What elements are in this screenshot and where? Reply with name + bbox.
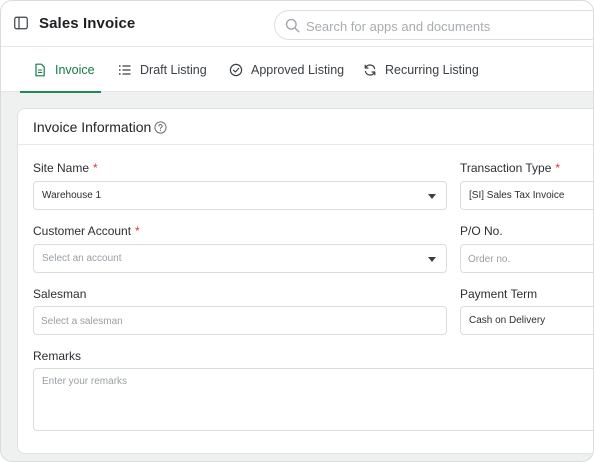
global-search[interactable] <box>274 10 593 40</box>
chevron-down-icon <box>428 257 436 262</box>
customer-account-placeholder: Select an account <box>42 253 122 264</box>
remarks-label: Remarks <box>33 349 82 363</box>
search-icon <box>285 18 300 33</box>
help-icon[interactable] <box>154 121 167 134</box>
section-title: Invoice Information <box>33 119 152 135</box>
transaction-type-select[interactable]: [SI] Sales Tax Invoice <box>460 181 593 210</box>
card-header: Invoice Information <box>18 109 593 145</box>
tab-invoice[interactable]: Invoice <box>20 47 101 93</box>
po-no-input[interactable] <box>468 251 593 267</box>
refresh-icon <box>364 63 376 76</box>
document-icon <box>35 63 45 76</box>
tab-recurring-listing[interactable]: Recurring Listing <box>363 47 479 92</box>
po-no-label: P/O No. <box>460 224 503 238</box>
tab-invoice-label: Invoice <box>55 62 95 77</box>
payment-term-select[interactable]: Cash on Delivery <box>460 306 593 335</box>
remarks-textarea[interactable] <box>33 368 593 431</box>
payment-term-label: Payment Term <box>460 287 538 301</box>
salesman-input[interactable] <box>41 313 439 329</box>
tab-bar: Invoice Draft Listing Approved Listing R… <box>1 47 593 93</box>
transaction-type-value: [SI] Sales Tax Invoice <box>469 190 565 201</box>
tab-approved-listing-label: Approved Listing <box>251 62 345 77</box>
customer-account-label-text: Customer Account <box>33 224 132 238</box>
site-name-select[interactable]: Warehouse 1 <box>33 181 447 210</box>
tab-draft-listing[interactable]: Draft Listing <box>118 47 207 92</box>
check-circle-icon <box>229 63 243 76</box>
customer-account-select[interactable]: Select an account <box>33 244 447 273</box>
invoice-information-card: Invoice Information Site Name * Warehouse… <box>17 108 593 454</box>
sidebar-toggle-icon[interactable] <box>14 16 28 30</box>
chevron-down-icon <box>428 194 436 199</box>
top-header: Sales Invoice <box>1 1 593 47</box>
page-title: Sales Invoice <box>39 15 136 32</box>
payment-term-value: Cash on Delivery <box>469 315 546 326</box>
transaction-type-label-text: Transaction Type <box>460 161 552 175</box>
required-marker: * <box>135 224 140 238</box>
transaction-type-label: Transaction Type * <box>460 161 560 175</box>
site-name-label: Site Name * <box>33 161 98 175</box>
required-marker: * <box>93 161 98 175</box>
tab-approved-listing[interactable]: Approved Listing <box>229 47 344 92</box>
salesman-field[interactable] <box>33 306 447 335</box>
tab-draft-listing-label: Draft Listing <box>140 62 207 77</box>
salesman-label: Salesman <box>33 287 87 301</box>
site-name-value: Warehouse 1 <box>42 190 102 201</box>
app-window: Sales Invoice Invoice <box>0 0 594 462</box>
tab-recurring-listing-label: Recurring Listing <box>385 62 479 77</box>
customer-account-label: Customer Account * <box>33 224 140 238</box>
list-icon <box>118 64 131 75</box>
required-marker: * <box>555 161 561 175</box>
po-no-field[interactable] <box>460 244 593 273</box>
search-input[interactable] <box>306 17 586 35</box>
site-name-label-text: Site Name <box>33 161 90 175</box>
